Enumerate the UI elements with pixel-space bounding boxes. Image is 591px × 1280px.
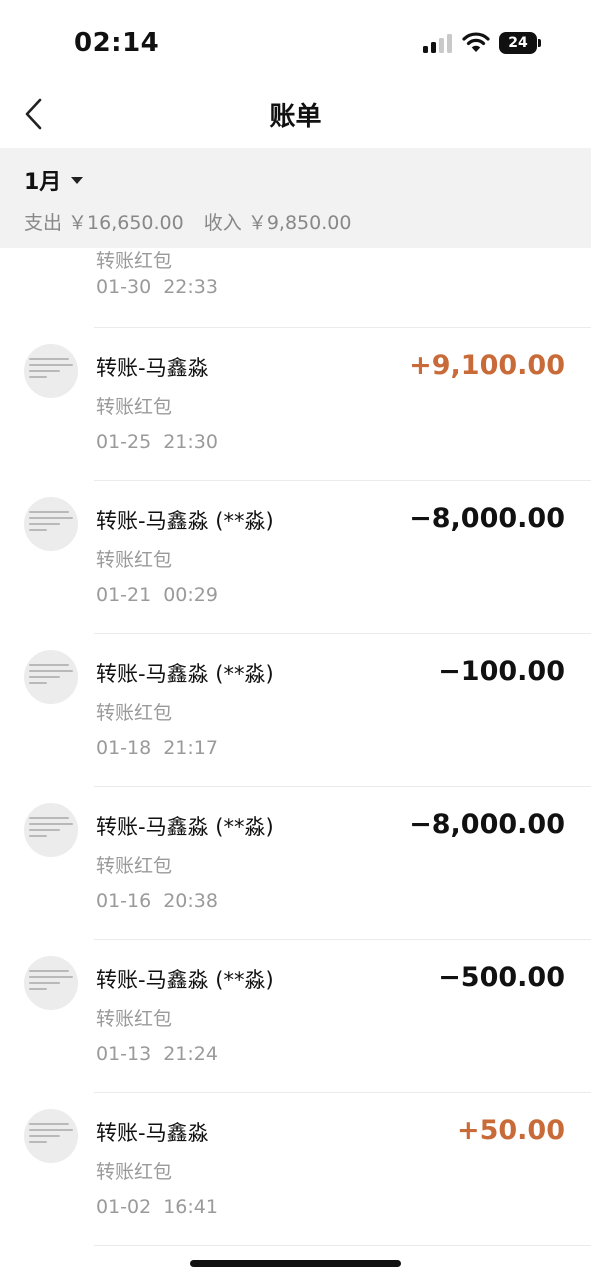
- transaction-title: 转账-马鑫淼 (**淼): [96, 662, 274, 686]
- transaction-datetime: 01-16 20:38: [96, 890, 218, 912]
- home-indicator: [190, 1260, 401, 1267]
- transaction-row[interactable]: 转账-马鑫淼 (**淼) 转账红包 01-13 21:24 −500.00: [0, 940, 591, 1093]
- month-label: 1月: [24, 170, 62, 195]
- avatar: [24, 803, 78, 857]
- totals: 支出 ￥16,650.00 收入 ￥9,850.00: [24, 208, 365, 235]
- transaction-subtitle: 转账红包: [96, 549, 173, 571]
- signal-icon: [423, 34, 452, 53]
- page-title: 账单: [269, 102, 322, 132]
- transaction-amount: +9,100.00: [409, 350, 565, 381]
- battery-icon: 24: [499, 32, 541, 54]
- transaction-row[interactable]: 转账-马鑫淼 转账红包 01-02 16:41 +50.00: [0, 1093, 591, 1246]
- transaction-amount: −100.00: [438, 656, 565, 687]
- summary-header: 1月 支出 ￥16,650.00 收入 ￥9,850.00: [0, 148, 591, 248]
- battery-level: 24: [499, 32, 537, 54]
- wifi-icon: [462, 32, 490, 52]
- avatar: [24, 497, 78, 551]
- nav-bar: 账单: [0, 88, 591, 146]
- transaction-amount: −500.00: [438, 962, 565, 993]
- income-total: 收入 ￥9,850.00: [203, 212, 352, 234]
- transaction-subtitle: 转账红包: [96, 702, 173, 724]
- transaction-subtitle: 转账红包: [96, 1161, 173, 1183]
- transaction-row[interactable]: 转账-马鑫淼 (**淼) 转账红包 01-16 20:38 −8,000.00: [0, 787, 591, 940]
- transaction-datetime: 01-18 21:17: [96, 737, 218, 759]
- transaction-datetime: 01-02 16:41: [96, 1196, 218, 1218]
- avatar: [24, 344, 78, 398]
- transaction-amount: −8,000.00: [409, 503, 565, 534]
- transaction-subtitle: 转账红包: [96, 250, 173, 272]
- avatar: [24, 956, 78, 1010]
- transaction-datetime: 01-21 00:29: [96, 584, 218, 606]
- transaction-row[interactable]: 转账-马鑫淼 (**淼) 转账红包 01-21 00:29 −8,000.00: [0, 481, 591, 634]
- transaction-datetime: 01-13 21:24: [96, 1043, 218, 1065]
- transaction-title: 转账-马鑫淼: [96, 1121, 209, 1145]
- transaction-title: 转账-马鑫淼: [96, 356, 209, 380]
- status-bar: 02:14 24: [0, 0, 591, 88]
- status-time: 02:14: [74, 28, 160, 58]
- avatar: [24, 650, 78, 704]
- caret-down-icon: [71, 176, 84, 184]
- transaction-datetime: 01-30 22:33: [96, 276, 218, 298]
- transaction-title: 转账-马鑫淼 (**淼): [96, 815, 274, 839]
- transaction-subtitle: 转账红包: [96, 855, 173, 877]
- transaction-row-partial[interactable]: 转账红包 01-30 22:33: [0, 248, 591, 328]
- transaction-row[interactable]: 转账-马鑫淼 转账红包 01-25 21:30 +9,100.00: [0, 328, 591, 481]
- transaction-title: 转账-马鑫淼 (**淼): [96, 968, 274, 992]
- transaction-list: 转账红包 01-30 22:33 转账-马鑫淼 转账红包 01-25 21:30 +9,1…: [0, 248, 591, 1246]
- screen: 02:14 24 账单 1月 支出 ￥16,650.00 收入 ￥9,850.0…: [0, 0, 591, 1280]
- transaction-title: 转账-马鑫淼 (**淼): [96, 509, 274, 533]
- transaction-subtitle: 转账红包: [96, 396, 173, 418]
- avatar: [24, 1109, 78, 1163]
- transaction-datetime: 01-25 21:30: [96, 431, 218, 453]
- transaction-amount: −8,000.00: [409, 809, 565, 840]
- transaction-subtitle: 转账红包: [96, 1008, 173, 1030]
- transaction-amount: +50.00: [456, 1115, 565, 1146]
- transaction-row[interactable]: 转账-马鑫淼 (**淼) 转账红包 01-18 21:17 −100.00: [0, 634, 591, 787]
- expense-total: 支出 ￥16,650.00: [24, 212, 184, 234]
- month-selector[interactable]: 1月: [24, 164, 84, 196]
